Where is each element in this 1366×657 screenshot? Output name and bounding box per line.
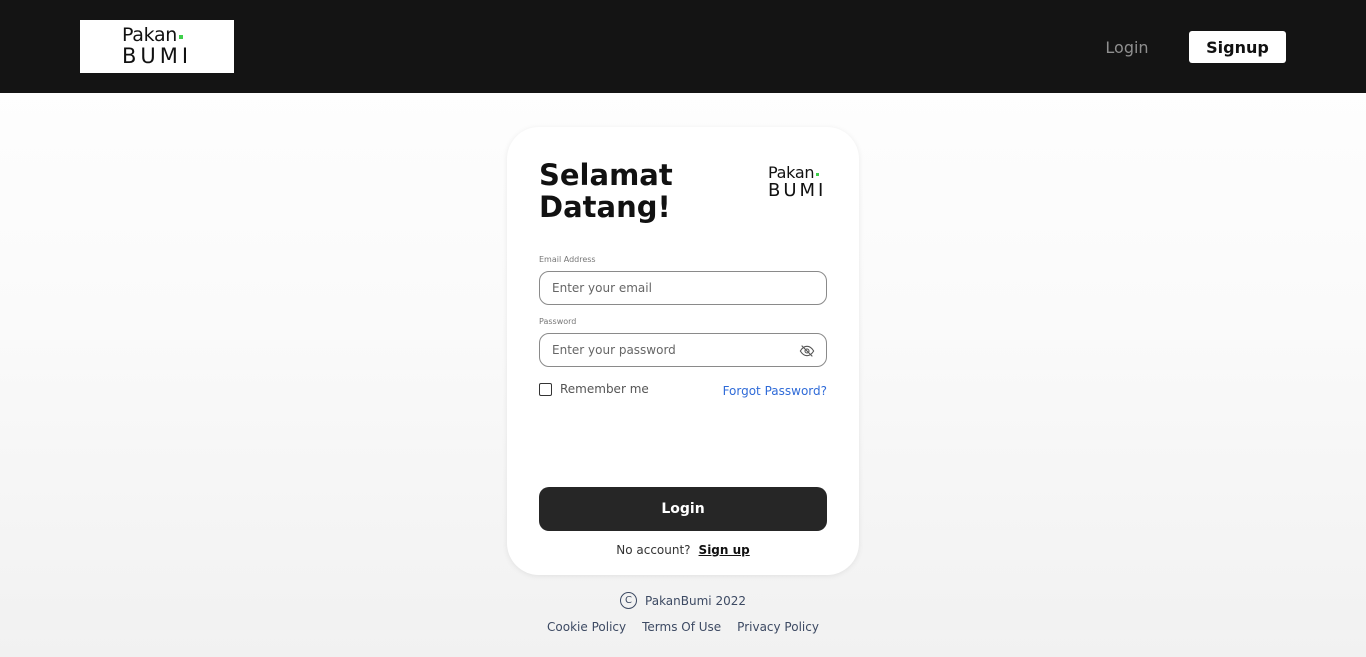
password-input[interactable] [539,333,827,367]
signup-link[interactable]: Sign up [699,543,750,557]
copyright-icon: C [620,592,638,609]
nav-login-link[interactable]: Login [1100,34,1154,60]
forgot-password-link[interactable]: Forgot Password? [721,384,827,398]
card-logo-dot-icon [816,173,820,176]
top-navbar: Pakan BUMI Login Signup [0,0,1366,93]
copyright-text: PakanBumi 2022 [645,593,746,608]
brand-logo[interactable]: Pakan BUMI [80,20,234,73]
footer-copyright: C PakanBumi 2022 [0,592,1366,609]
signup-prompt: No account? Sign up [507,543,859,557]
welcome-title: Selamat Datang! [539,158,673,224]
terms-of-use-link[interactable]: Terms Of Use [642,620,721,634]
email-label: Email Address [539,255,596,264]
login-button[interactable]: Login [539,487,827,531]
remember-me-checkbox[interactable] [539,382,552,396]
cookie-policy-link[interactable]: Cookie Policy [547,620,626,634]
logo: Pakan BUMI [122,26,192,67]
logo-text-top: Pakan [121,24,178,46]
card-logo: Pakan BUMI [768,165,826,200]
no-account-text: No account? [616,543,691,557]
remember-me: Remember me [539,382,649,396]
card-logo-text-top: Pakan [768,163,815,182]
email-input[interactable] [539,271,827,305]
footer-links: Cookie Policy Terms Of Use Privacy Polic… [0,620,1366,634]
card-logo-text-bottom: BUMI [768,180,827,201]
remember-me-label: Remember me [560,382,649,396]
password-label: Password [539,317,577,326]
nav-signup-button[interactable]: Signup [1189,31,1286,63]
privacy-policy-link[interactable]: Privacy Policy [737,620,819,634]
logo-text-bottom: BUMI [121,44,193,68]
eye-slash-icon[interactable] [799,343,815,359]
login-card: Selamat Datang! Pakan BUMI Email Address… [507,127,859,575]
logo-dot-icon [179,35,184,39]
